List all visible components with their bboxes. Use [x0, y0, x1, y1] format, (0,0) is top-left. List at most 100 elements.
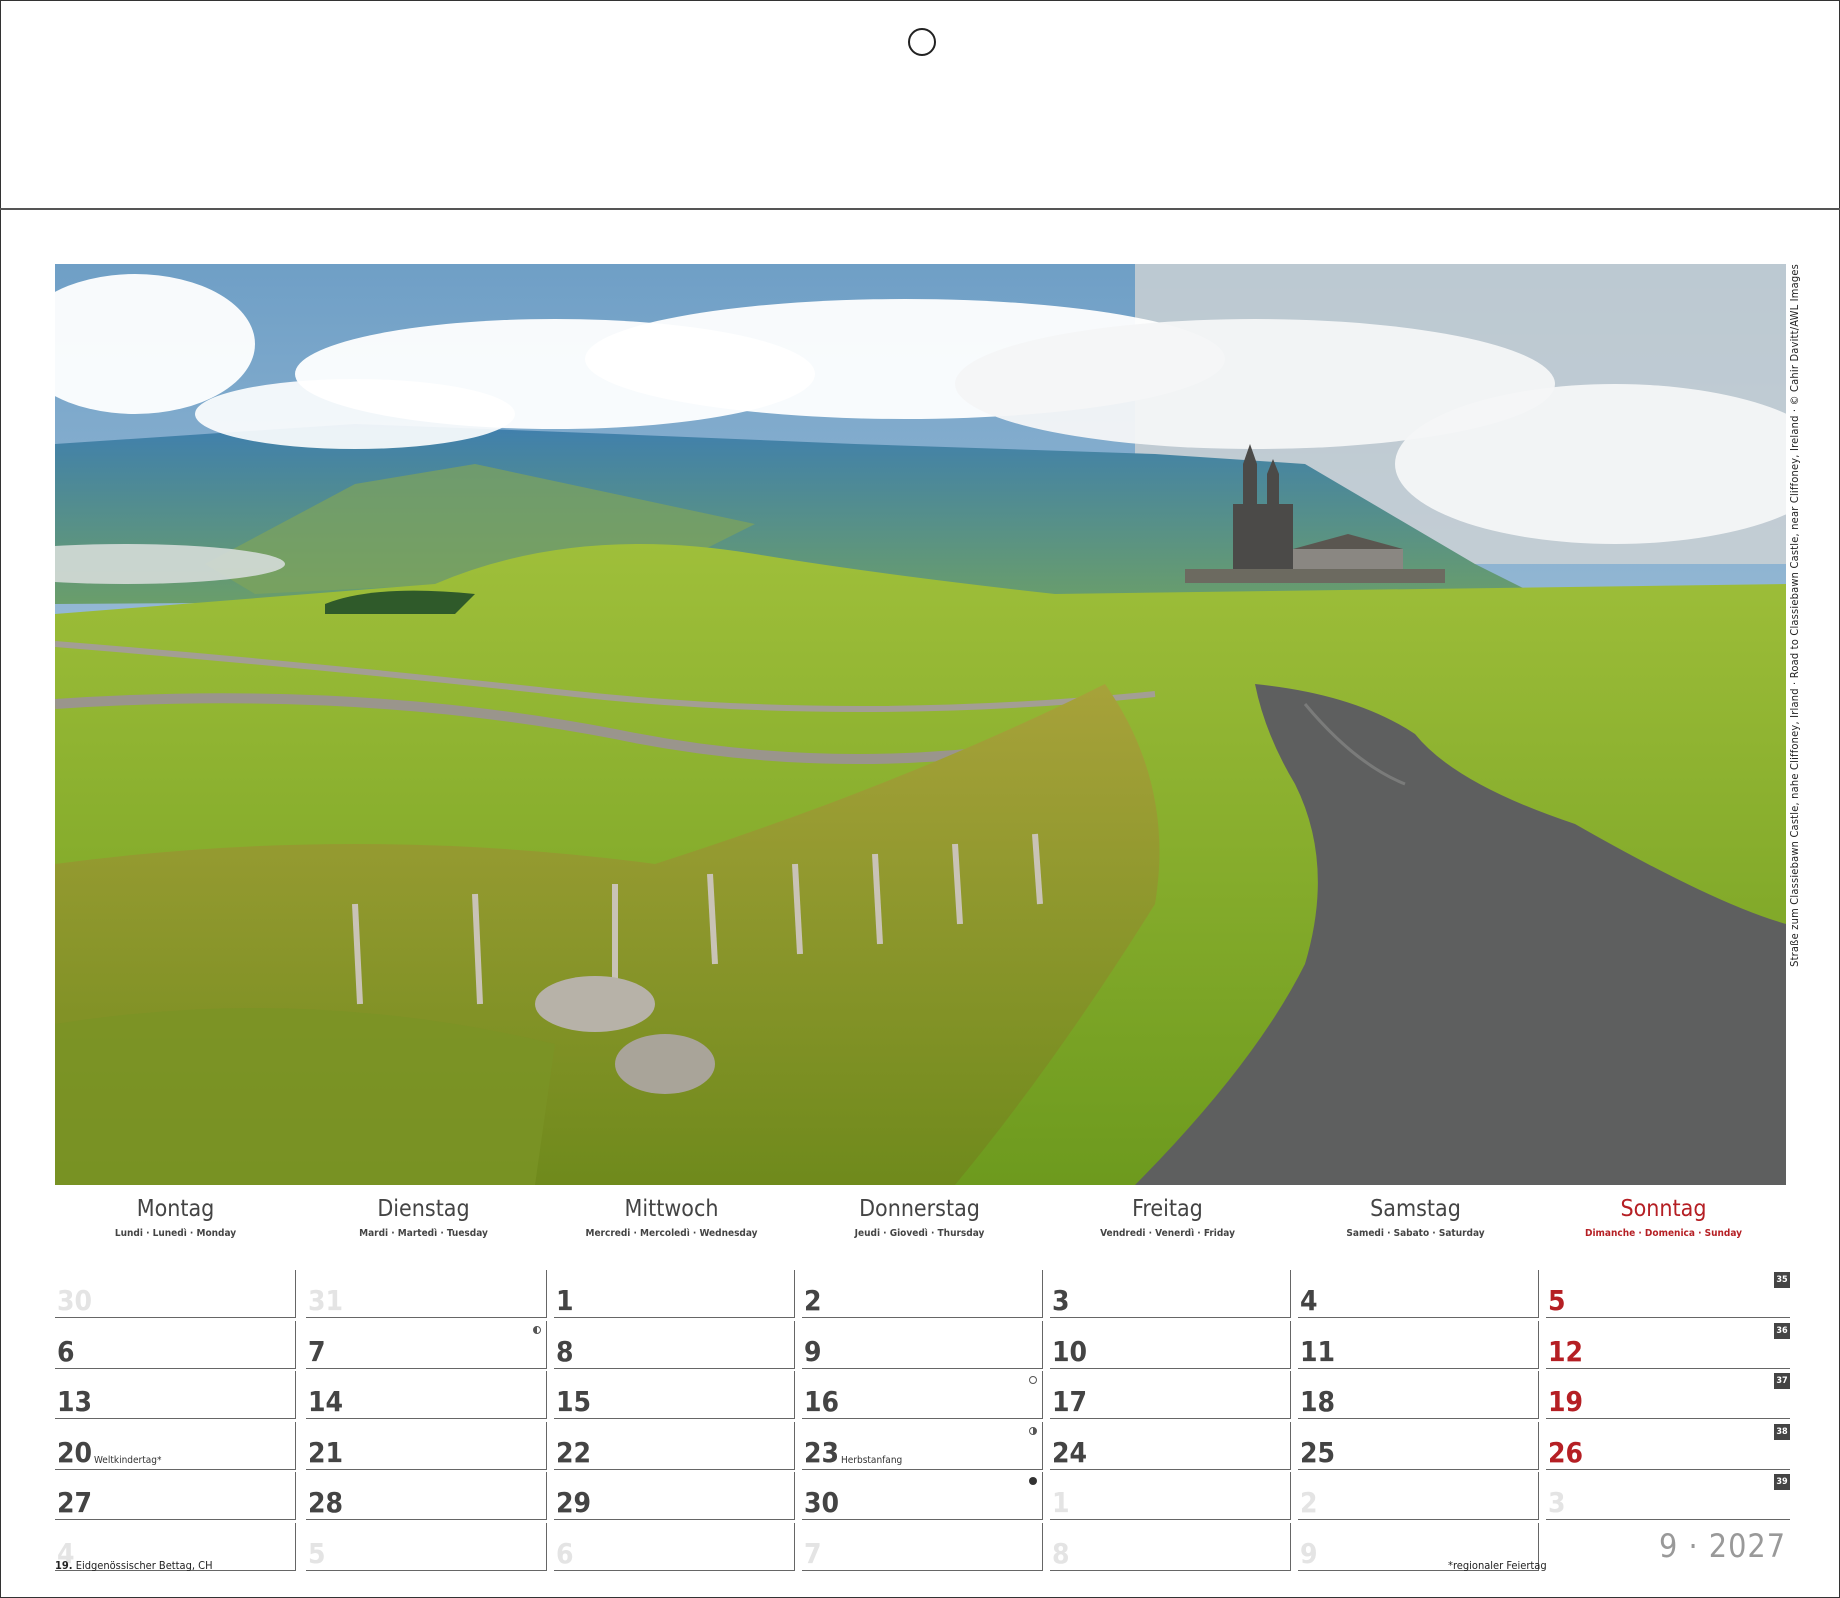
calendar-day-cell[interactable]: 11 — [1298, 1320, 1539, 1369]
calendar-day-cell[interactable]: 23 Herbstanfang — [802, 1421, 1043, 1470]
hanger-strip — [0, 0, 1840, 210]
calendar-day-cell[interactable]: 6 — [554, 1522, 795, 1571]
weekday-header: Mittwoch Mercredi · Mercoledì · Wednesday — [551, 1190, 792, 1239]
calendar-day-cell[interactable]: 15 — [554, 1371, 795, 1419]
holiday-note: Weltkindertag* — [94, 1454, 162, 1466]
calendar-day-cell[interactable]: 13 — [55, 1371, 296, 1419]
day-number: 20 — [57, 1435, 93, 1469]
calendar-day-cell[interactable]: 8 — [554, 1320, 795, 1369]
day-number: 18 — [1300, 1385, 1336, 1418]
day-number: 6 — [556, 1536, 574, 1570]
weekday-header: Dienstag Mardi · Martedì · Tuesday — [303, 1190, 544, 1239]
calendar-day-cell[interactable]: 31 — [306, 1270, 547, 1318]
calendar-day-cell[interactable]: 29 — [554, 1472, 795, 1520]
calendar-day-cell[interactable]: 12 36 — [1546, 1321, 1790, 1369]
calendar-day-cell[interactable]: 27 — [55, 1472, 296, 1520]
weekday-translations: Mardi · Martedì · Tuesday — [359, 1228, 488, 1239]
day-number: 30 — [804, 1486, 840, 1519]
weekday-name: Samstag — [1370, 1196, 1461, 1222]
calendar-day-cell[interactable]: 19 37 — [1546, 1371, 1790, 1419]
day-number: 15 — [556, 1385, 592, 1418]
day-number: 9 — [804, 1334, 822, 1368]
day-number: 5 — [1548, 1284, 1566, 1317]
calendar-day-cell[interactable]: 17 — [1050, 1371, 1291, 1419]
photo-credit: Straße zum Classiebawn Castle, nahe Clif… — [1788, 264, 1801, 967]
day-number: 24 — [1052, 1435, 1088, 1469]
calendar-day-cell[interactable]: 4 — [1298, 1270, 1539, 1318]
day-number: 3 — [1548, 1486, 1566, 1519]
day-number: 16 — [804, 1385, 840, 1418]
holiday-text: Eidgenössischer Bettag, CH — [75, 1559, 213, 1572]
calendar-day-cell[interactable]: 7 — [802, 1522, 1043, 1571]
day-number: 4 — [1300, 1284, 1318, 1317]
weekday-translations: Lundi · Lunedì · Monday — [114, 1228, 237, 1239]
calendar-day-cell[interactable]: 7 — [306, 1320, 547, 1369]
weekday-name: Donnerstag — [859, 1196, 980, 1222]
calendar-day-cell[interactable]: 21 — [306, 1421, 547, 1470]
weekday-translations: Vendredi · Venerdì · Friday — [1100, 1228, 1235, 1239]
calendar-day-cell[interactable]: 2 — [1298, 1472, 1539, 1520]
weekday-name: Mittwoch — [624, 1196, 719, 1222]
weekday-name: Montag — [136, 1196, 215, 1222]
day-number: 25 — [1300, 1435, 1336, 1469]
day-number: 27 — [57, 1486, 93, 1519]
weekday-translations: Samedi · Sabato · Saturday — [1346, 1228, 1485, 1239]
calendar-day-cell[interactable]: 25 — [1298, 1421, 1539, 1470]
calendar-day-cell[interactable]: 18 — [1298, 1371, 1539, 1419]
day-number: 8 — [1052, 1536, 1070, 1570]
calendar-day-cell[interactable]: 3 39 — [1546, 1472, 1790, 1520]
calendar-day-cell[interactable]: 26 38 — [1546, 1422, 1790, 1470]
weekday-header: Freitag Vendredi · Venerdì · Friday — [1047, 1190, 1288, 1239]
calendar-day-cell[interactable]: 1 — [554, 1270, 795, 1318]
day-number: 14 — [308, 1385, 344, 1418]
day-number: 9 — [1300, 1536, 1318, 1570]
weekday-header: Donnerstag Jeudi · Giovedì · Thursday — [799, 1190, 1040, 1239]
calendar-day-cell[interactable]: 30 — [55, 1270, 296, 1318]
week-number-badge: 39 — [1774, 1474, 1790, 1490]
day-number: 7 — [804, 1536, 822, 1570]
calendar-day-cell[interactable]: 10 — [1050, 1320, 1291, 1369]
day-number: 11 — [1300, 1334, 1336, 1368]
day-number: 13 — [57, 1385, 93, 1418]
calendar-day-cell[interactable]: 1 — [1050, 1472, 1291, 1520]
day-number: 19 — [1548, 1385, 1584, 1418]
day-number: 23 — [804, 1435, 840, 1469]
weekday-name: Sonntag — [1620, 1196, 1707, 1222]
calendar-day-cell[interactable]: 5 35 — [1546, 1270, 1790, 1318]
day-number: 28 — [308, 1486, 344, 1519]
day-number: 30 — [57, 1284, 93, 1317]
day-number: 29 — [556, 1486, 592, 1519]
calendar-day-cell[interactable]: 9 — [802, 1320, 1043, 1369]
calendar-day-cell[interactable]: 28 — [306, 1472, 547, 1520]
calendar-day-cell[interactable]: 24 — [1050, 1421, 1291, 1470]
calendar-day-cell[interactable]: 5 — [306, 1522, 547, 1571]
calendar-day-cell[interactable]: 8 — [1050, 1522, 1291, 1571]
calendar-day-cell[interactable]: 30 — [802, 1472, 1043, 1520]
hanging-hole — [908, 28, 936, 56]
day-number: 7 — [308, 1334, 326, 1368]
holiday-footnote: 19. Eidgenössischer Bettag, CH — [55, 1559, 213, 1572]
holiday-note: Herbstanfang — [841, 1454, 903, 1466]
last-moon-icon — [533, 1325, 541, 1334]
weekday-name: Dienstag — [377, 1196, 470, 1222]
day-number: 22 — [556, 1435, 592, 1469]
week-number-badge: 36 — [1774, 1322, 1790, 1339]
day-number: 26 — [1548, 1435, 1584, 1469]
day-number: 10 — [1052, 1334, 1088, 1368]
first-moon-icon — [1029, 1426, 1037, 1435]
calendar-day-cell[interactable]: 3 — [1050, 1270, 1291, 1318]
landscape-illustration — [55, 264, 1786, 1185]
day-number: 2 — [1300, 1486, 1318, 1519]
weekday-translations: Mercredi · Mercoledì · Wednesday — [585, 1228, 758, 1239]
month-year-label: 9 · 2027 — [1659, 1526, 1786, 1565]
day-number: 12 — [1548, 1334, 1584, 1368]
new-moon-icon — [1029, 1477, 1037, 1485]
calendar-day-cell[interactable]: 14 — [306, 1371, 547, 1419]
calendar-day-cell[interactable]: 20 Weltkindertag* — [55, 1421, 296, 1470]
calendar-day-cell[interactable]: 6 — [55, 1320, 296, 1369]
calendar-day-cell[interactable]: 16 — [802, 1371, 1043, 1419]
day-number: 3 — [1052, 1284, 1070, 1317]
day-number: 1 — [1052, 1486, 1070, 1519]
calendar-day-cell[interactable]: 22 — [554, 1421, 795, 1470]
calendar-day-cell[interactable]: 2 — [802, 1270, 1043, 1318]
